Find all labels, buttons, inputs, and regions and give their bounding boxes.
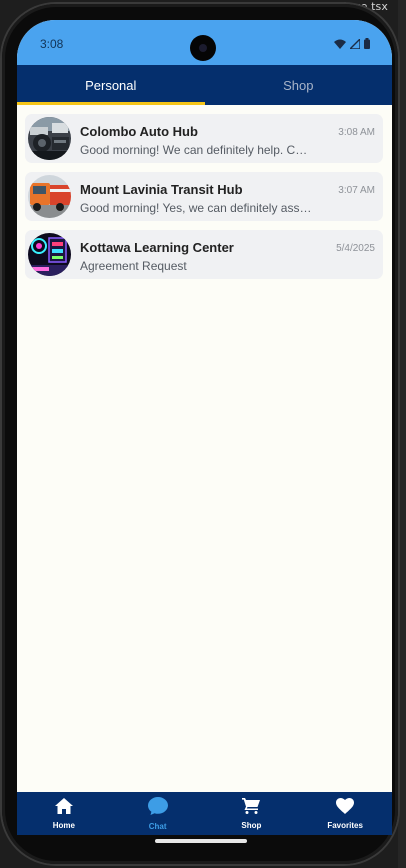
phone-screen: 3:08 Personal Shop Colombo Auto Hub Good… <box>17 20 392 835</box>
home-icon <box>54 797 73 819</box>
status-time: 3:08 <box>40 37 64 51</box>
editor-side-strip <box>398 0 406 868</box>
chat-list-item[interactable]: Kottawa Learning Center Agreement Reques… <box>25 230 383 279</box>
tab-personal-label: Personal <box>85 77 137 93</box>
shopping-cart-icon <box>242 797 261 819</box>
tab-personal[interactable]: Personal <box>17 65 205 105</box>
chat-preview: Good morning! Yes, we can definitely ass… <box>80 201 313 215</box>
avatar <box>28 175 71 218</box>
chat-tab-bar: Personal Shop <box>17 65 392 105</box>
chat-name: Kottawa Learning Center <box>80 240 234 255</box>
chat-preview: Good morning! We can definitely help. Co… <box>80 143 313 157</box>
chat-time: 5/4/2025 <box>336 243 375 254</box>
chat-list-item[interactable]: Mount Lavinia Transit Hub Good morning! … <box>25 172 383 221</box>
front-camera <box>190 35 216 61</box>
chat-list: Colombo Auto Hub Good morning! We can de… <box>25 114 383 288</box>
heart-icon <box>336 797 355 819</box>
chat-name: Mount Lavinia Transit Hub <box>80 182 243 197</box>
tab-shop[interactable]: Shop <box>205 65 393 105</box>
nav-label-favorites: Favorites <box>327 820 363 830</box>
home-indicator[interactable] <box>155 839 247 843</box>
bottom-nav: Home Chat Shop Favorites <box>17 792 392 835</box>
nav-label-chat: Chat <box>148 821 167 831</box>
chat-time: 3:08 AM <box>338 127 375 138</box>
status-icons <box>334 36 370 54</box>
chat-time: 3:07 AM <box>338 185 375 196</box>
cellular-signal-icon <box>348 36 361 54</box>
tab-shop-label: Shop <box>283 77 314 93</box>
nav-label-home: Home <box>52 820 75 830</box>
nav-item-home[interactable]: Home <box>17 792 111 835</box>
nav-label-shop: Shop <box>241 820 262 830</box>
phone-frame: 3:08 Personal Shop Colombo Auto Hub Good… <box>2 4 398 864</box>
chat-name: Colombo Auto Hub <box>80 124 198 139</box>
chat-preview: Agreement Request <box>80 259 187 273</box>
nav-item-chat[interactable]: Chat <box>111 792 205 835</box>
status-bar: 3:08 <box>17 20 392 65</box>
avatar <box>28 117 71 160</box>
battery-icon <box>364 36 370 54</box>
nav-item-favorites[interactable]: Favorites <box>298 792 392 835</box>
chat-bubble-icon <box>147 796 168 820</box>
avatar <box>28 233 71 276</box>
wifi-icon <box>334 36 346 54</box>
nav-item-shop[interactable]: Shop <box>205 792 299 835</box>
chat-list-item[interactable]: Colombo Auto Hub Good morning! We can de… <box>25 114 383 163</box>
